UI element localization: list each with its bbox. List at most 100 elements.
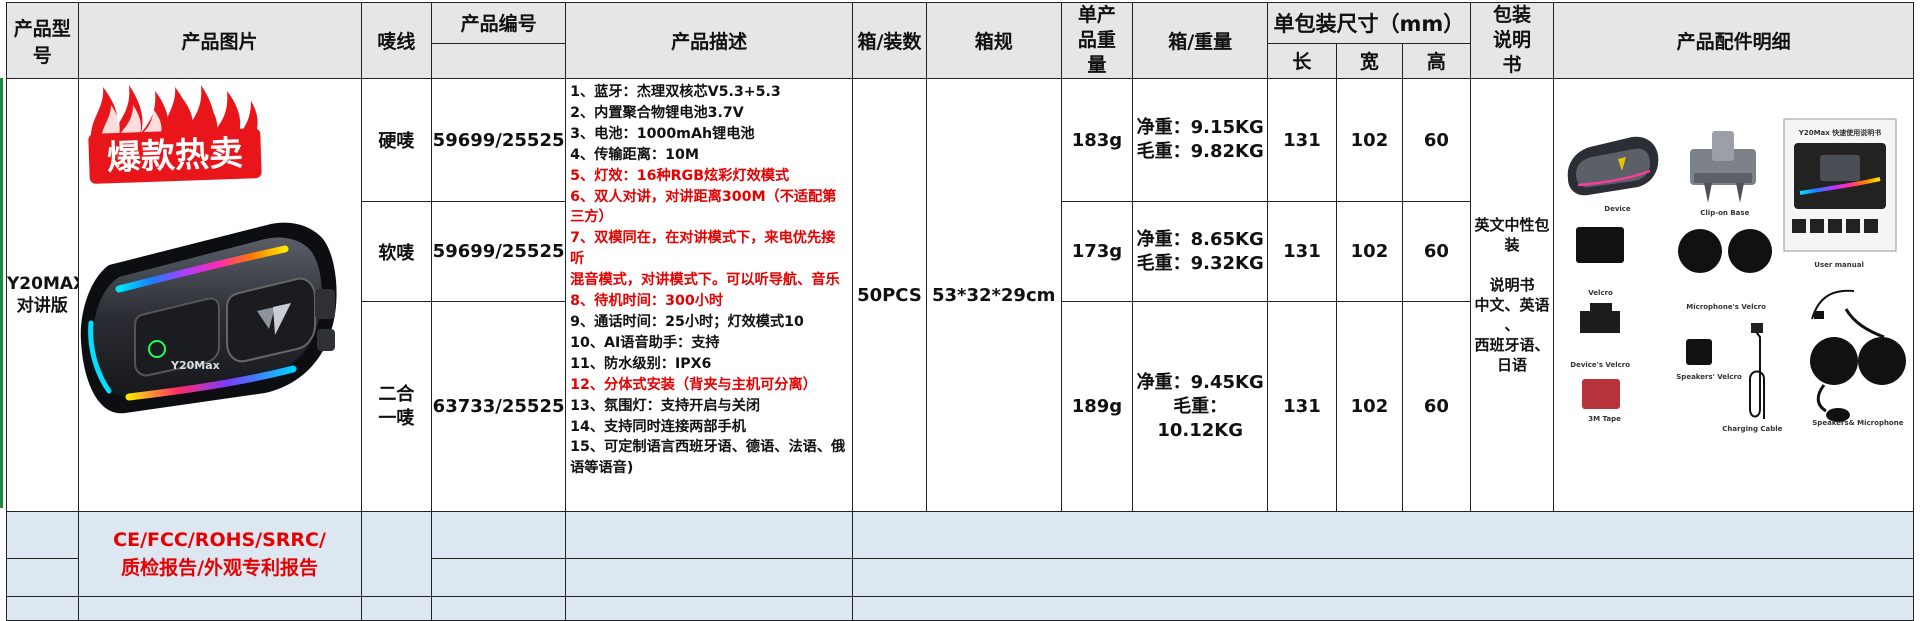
description-line: 12、分体式安装（背夹与主机可分离） xyxy=(570,376,817,393)
band-cell xyxy=(565,596,854,621)
device-logo: Y20Max xyxy=(170,359,220,372)
description-line: 2、内置聚合物锂电池3.7V xyxy=(570,104,744,121)
variant-3-unit-weight: 189g xyxy=(1060,301,1134,512)
band-cell xyxy=(77,596,362,621)
variant-3-code: 63733/25525 xyxy=(431,301,567,512)
description-line: 3、电池：1000mAh锂电池 xyxy=(570,125,755,142)
variant-1-width: 102 xyxy=(1335,77,1404,203)
manual-line-4: 中文、英语 xyxy=(1474,296,1550,314)
description-line: 10、AI语音助手：支持 xyxy=(570,334,720,351)
manual-line-3: 说明书 xyxy=(1489,276,1535,294)
qty-cell: 50PCS xyxy=(852,78,927,512)
selection-edge xyxy=(0,78,3,508)
description-line: 13、氛围灯：支持开启与关闭 xyxy=(570,397,761,414)
band-cell xyxy=(360,511,433,597)
intercom-device-picture: 爆款热卖 Y20Max xyxy=(80,85,337,414)
band-cell xyxy=(431,596,567,621)
variant-2-net-weight: 净重：8.65KG xyxy=(1136,228,1264,250)
variant-1-code: 59699/25525 xyxy=(431,77,567,203)
variant-1-box-weight: 净重：9.15KG 毛重：9.82KG xyxy=(1132,77,1269,203)
variant-2-box-weight: 净重：8.65KG 毛重：9.32KG xyxy=(1132,201,1269,303)
band-cell xyxy=(431,558,567,597)
carton-cell: 53*32*29cm xyxy=(925,78,1062,512)
header-desc: 产品描述 xyxy=(565,2,854,79)
band-cell xyxy=(852,558,1914,597)
accessory-device-velcro-label: Device's Velcro xyxy=(1570,361,1631,369)
header-shell: 唛线 xyxy=(360,2,433,79)
description-line: 14、支持同时连接两部手机 xyxy=(570,418,746,435)
accessory-clip-label: Clip-on Base xyxy=(1700,209,1750,217)
accessory-speakers-label: Speakers& Microphone xyxy=(1812,419,1904,427)
accessories-image: Y20Max 快速使用说明书 Device Clip-on Base User … xyxy=(1555,80,1911,511)
variant-2-height: 60 xyxy=(1402,201,1471,303)
description-line: 11、防水级别：IPX6 xyxy=(570,355,712,372)
description-line: 15、可定制语言西班牙语、德语、法语、俄语等语音) xyxy=(570,439,846,477)
manual-line-1: 英文中性包装 xyxy=(1474,216,1550,254)
description-line: 8、待机时间：300小时 xyxy=(570,293,724,310)
description-list: 1、蓝牙：杰理双核芯V5.3+5.3 2、内置聚合物锂电池3.7V 3、电池：100… xyxy=(570,82,848,479)
description-line: 6、双人对讲，对讲距离300M（不适配第三方） xyxy=(570,188,837,226)
band-cell xyxy=(565,558,854,597)
header-manual: 包装说明书 xyxy=(1469,2,1555,79)
description-line: 5、灯效：16种RGB炫彩灯效模式 xyxy=(570,167,790,184)
product-image: 爆款热卖 Y20Max xyxy=(79,80,358,511)
accessory-tape-label: 3M Tape xyxy=(1588,415,1621,423)
variant-1-length: 131 xyxy=(1267,77,1337,203)
description-line: 9、通话时间：25小时；灯效模式10 xyxy=(570,313,804,330)
header-pack-size: 单包装尺寸（mm） xyxy=(1267,2,1471,44)
variant-3-height: 60 xyxy=(1402,301,1471,512)
description-cell: 1、蓝牙：杰理双核芯V5.3+5.3 2、内置聚合物锂电池3.7V 3、电池：100… xyxy=(565,78,854,512)
manual-title-text: Y20Max 快速使用说明书 xyxy=(1798,128,1881,137)
variant-2-unit-weight: 173g xyxy=(1060,201,1134,303)
variant-3-shell: 二合一唛 xyxy=(360,301,433,512)
certifications-cell: CE/FCC/ROHS/SRRC/ 质检报告/外观专利报告 xyxy=(77,511,362,597)
band-cell xyxy=(852,596,1914,621)
variant-1-unit-weight: 183g xyxy=(1060,77,1134,203)
header-qty: 箱/装数 xyxy=(852,2,927,79)
model-name: Y20MAX xyxy=(7,274,77,294)
description-line: 混音模式，对讲模式下。可以听导航、音乐 xyxy=(570,272,840,289)
manual-line-2 xyxy=(1471,255,1553,275)
header-width: 宽 xyxy=(1335,42,1404,80)
product-table: 产品型号 产品图片 唛线 产品编号 产品描述 箱/装数 箱规 单产品重量 箱/重… xyxy=(6,2,1914,621)
variant-1-net-weight: 净重：9.15KG xyxy=(1136,117,1264,139)
band-cell xyxy=(852,511,1914,559)
accessory-cable-label: Charging Cable xyxy=(1722,425,1783,433)
variant-3-gross-weight: 毛重：10.12KG xyxy=(1157,395,1244,441)
accessories-cell: Y20Max 快速使用说明书 Device Clip-on Base User … xyxy=(1553,78,1914,512)
accessory-speaker-velcro-label: Speakers' Velcro xyxy=(1676,373,1742,381)
header-code: 产品编号 xyxy=(431,2,567,44)
variant-1-shell: 硬唛 xyxy=(360,77,433,203)
variant-3-net-weight: 净重：9.45KG xyxy=(1136,371,1264,393)
header-accessories: 产品配件明细 xyxy=(1553,2,1914,79)
band-cell xyxy=(360,596,433,621)
header-unit-weight: 单产品重量 xyxy=(1060,2,1134,79)
variant-2-gross-weight: 毛重：9.32KG xyxy=(1136,252,1264,274)
cert-line-2: 质检报告/外观专利报告 xyxy=(121,557,319,579)
model-edition: 对讲版 xyxy=(16,296,68,316)
description-line: 7、双模同在，在对讲模式下，来电优先接听 xyxy=(570,230,836,268)
manual-text: 英文中性包装 说明书 中文、英语 、 西班牙语、 日语 xyxy=(1471,215,1553,375)
header-box-weight: 箱/重量 xyxy=(1132,2,1269,79)
description-line: 4、传输距离：10M xyxy=(570,146,699,163)
accessory-velcro-label: Velcro xyxy=(1588,289,1613,297)
header-carton: 箱规 xyxy=(925,2,1062,79)
band-cell xyxy=(6,596,79,621)
variant-3-length: 131 xyxy=(1267,301,1337,512)
cert-line-1: CE/FCC/ROHS/SRRC/ xyxy=(113,529,326,551)
hot-sale-badge: 爆款热卖 xyxy=(106,134,243,179)
header-height: 高 xyxy=(1402,42,1471,80)
variant-3-box-weight: 净重：9.45KG 毛重：10.12KG xyxy=(1132,301,1269,512)
band-cell xyxy=(565,511,854,559)
header-image: 产品图片 xyxy=(77,2,362,79)
manual-line-7: 日语 xyxy=(1496,356,1527,374)
manual-cell: 英文中性包装 说明书 中文、英语 、 西班牙语、 日语 xyxy=(1469,78,1555,512)
variant-2-code: 59699/25525 xyxy=(431,201,567,303)
band-cell xyxy=(6,511,79,559)
accessory-manual-label: User manual xyxy=(1814,261,1864,269)
variant-2-length: 131 xyxy=(1267,201,1337,303)
variant-1-gross-weight: 毛重：9.82KG xyxy=(1136,141,1264,163)
header-model: 产品型号 xyxy=(6,2,79,79)
header-code-sub xyxy=(431,42,567,80)
variant-1-height: 60 xyxy=(1402,77,1471,203)
